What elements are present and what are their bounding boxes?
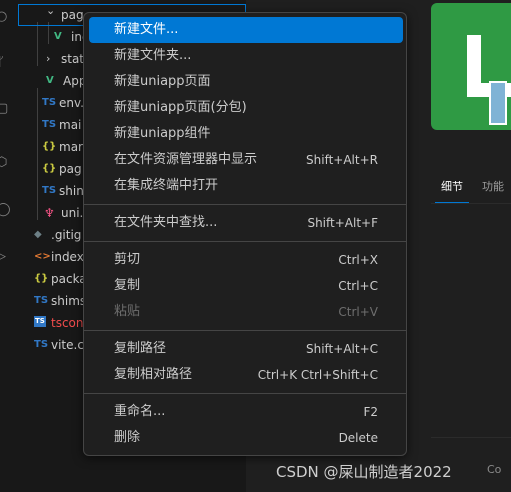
context-menu-item[interactable]: 复制路径 Shift+Alt+C — [89, 336, 403, 362]
vue-icon: V — [46, 75, 54, 86]
context-menu-item[interactable]: 在文件资源管理器中显示 Shift+Alt+R — [89, 147, 403, 173]
json-icon: {} — [34, 273, 49, 284]
activity-bar: ○ ᛘ ▢ ⬡ ◯ ▷ — [0, 0, 18, 492]
tree-item-label: shin — [59, 184, 84, 198]
menu-separator — [84, 204, 406, 205]
tree-item-label: index — [51, 250, 84, 264]
tree-item-label: stat — [61, 52, 85, 66]
menu-separator — [84, 393, 406, 394]
context-menu-item[interactable]: 新建文件... — [89, 17, 403, 43]
html-icon: <> — [34, 251, 51, 262]
ts-icon: TS — [42, 119, 57, 130]
vue-icon: V — [54, 31, 62, 42]
context-menu-item[interactable]: 删除 Delete — [89, 425, 403, 451]
context-menu-item: 粘贴 Ctrl+V — [89, 299, 403, 325]
menu-item-label: 剪切 — [114, 252, 141, 267]
context-menu-item[interactable]: 新建文件夹... — [89, 43, 403, 69]
menu-item-label: 新建文件... — [114, 22, 179, 37]
menu-item-label: 在文件夹中查找... — [114, 215, 218, 230]
menu-item-shortcut: Ctrl+X — [338, 253, 378, 267]
scss-icon: ♆ — [44, 206, 55, 220]
status-text: Co — [487, 463, 502, 476]
menu-item-shortcut: F2 — [363, 405, 378, 419]
menu-separator — [84, 241, 406, 242]
menu-item-label: 在文件资源管理器中显示 — [114, 152, 258, 167]
tree-item-label: packa — [51, 272, 87, 286]
menu-item-shortcut: Ctrl+K Ctrl+Shift+C — [257, 368, 378, 382]
extensions-icon[interactable]: ⬡ — [0, 156, 10, 170]
json-icon: {} — [42, 163, 57, 174]
context-menu-item[interactable]: 剪切 Ctrl+X — [89, 247, 403, 273]
context-menu-item[interactable]: 新建uniapp页面(分包) — [89, 95, 403, 121]
menu-item-label: 新建uniapp页面 — [114, 74, 211, 89]
menu-item-label: 重命名... — [114, 404, 166, 419]
menu-item-shortcut: Ctrl+V — [338, 305, 378, 319]
context-menu-item[interactable]: 在集成终端中打开 — [89, 173, 403, 199]
menu-item-label: 复制 — [114, 278, 141, 293]
tab-features[interactable]: 功能 — [482, 178, 504, 194]
tsconfig-icon: TS — [34, 316, 46, 327]
tree-item-label: uni. — [61, 206, 84, 220]
search-icon[interactable]: ○ — [0, 10, 10, 24]
watermark: CSDN @屎山制造者2022 — [276, 463, 452, 481]
context-menu-item[interactable]: 在文件夹中查找... Shift+Alt+F — [89, 210, 403, 236]
tree-item-label: vite.c — [51, 338, 84, 352]
tree-item-label: mai — [59, 118, 82, 132]
tree-item-label: env. — [59, 96, 84, 110]
panel-divider — [431, 437, 511, 438]
context-menu-item[interactable]: 复制相对路径 Ctrl+K Ctrl+Shift+C — [89, 362, 403, 388]
menu-item-shortcut: Delete — [338, 431, 378, 445]
tree-item-label: tscon — [51, 316, 84, 330]
remote-icon[interactable]: ◯ — [0, 203, 11, 217]
menu-item-shortcut: Shift+Alt+C — [305, 342, 378, 356]
context-menu-item[interactable]: 重命名... F2 — [89, 399, 403, 425]
tree-item-label: .gitig — [51, 228, 82, 242]
context-menu-item[interactable]: 复制 Ctrl+C — [89, 273, 403, 299]
ts-icon: TS — [42, 97, 57, 108]
git-icon: ◆ — [34, 229, 42, 240]
menu-item-shortcut: Shift+Alt+F — [307, 216, 378, 230]
menu-item-label: 粘贴 — [114, 304, 141, 319]
extension-logo — [431, 3, 511, 130]
tree-item-label: pag — [61, 8, 84, 22]
menu-item-shortcut: Ctrl+C — [338, 279, 378, 293]
ts-icon: TS — [34, 339, 49, 350]
json-icon: {} — [42, 141, 57, 152]
menu-separator — [84, 330, 406, 331]
context-menu-item[interactable]: 新建uniapp组件 — [89, 121, 403, 147]
chevron-right-icon: › — [46, 52, 51, 65]
tree-item-label: mar — [59, 140, 83, 154]
tab-divider — [431, 203, 511, 204]
menu-item-label: 新建文件夹... — [114, 48, 192, 63]
menu-item-label: 复制路径 — [114, 341, 167, 356]
tree-item-label: pag — [59, 162, 82, 176]
menu-item-shortcut: Shift+Alt+R — [306, 153, 378, 167]
menu-item-label: 删除 — [114, 430, 141, 445]
menu-item-label: 新建uniapp组件 — [114, 126, 211, 141]
source-control-icon[interactable]: ᛘ — [0, 56, 10, 70]
menu-item-label: 复制相对路径 — [114, 367, 193, 382]
menu-item-label: 在集成终端中打开 — [114, 178, 219, 193]
context-menu: 新建文件... 新建文件夹... 新建uniapp页面新建uniapp页面(分包) 新… — [83, 12, 407, 456]
context-menu-item[interactable]: 新建uniapp页面 — [89, 69, 403, 95]
tree-item-label: shims — [51, 294, 87, 308]
ts-icon: TS — [42, 185, 57, 196]
chevron-down-icon: ⌄ — [46, 4, 56, 17]
run-debug-icon[interactable]: ▢ — [0, 102, 10, 116]
testing-icon[interactable]: ▷ — [0, 250, 10, 264]
menu-item-label: 新建uniapp页面(分包) — [114, 100, 247, 115]
ts-icon: TS — [34, 295, 49, 306]
tab-details[interactable]: 细节 — [435, 178, 469, 204]
